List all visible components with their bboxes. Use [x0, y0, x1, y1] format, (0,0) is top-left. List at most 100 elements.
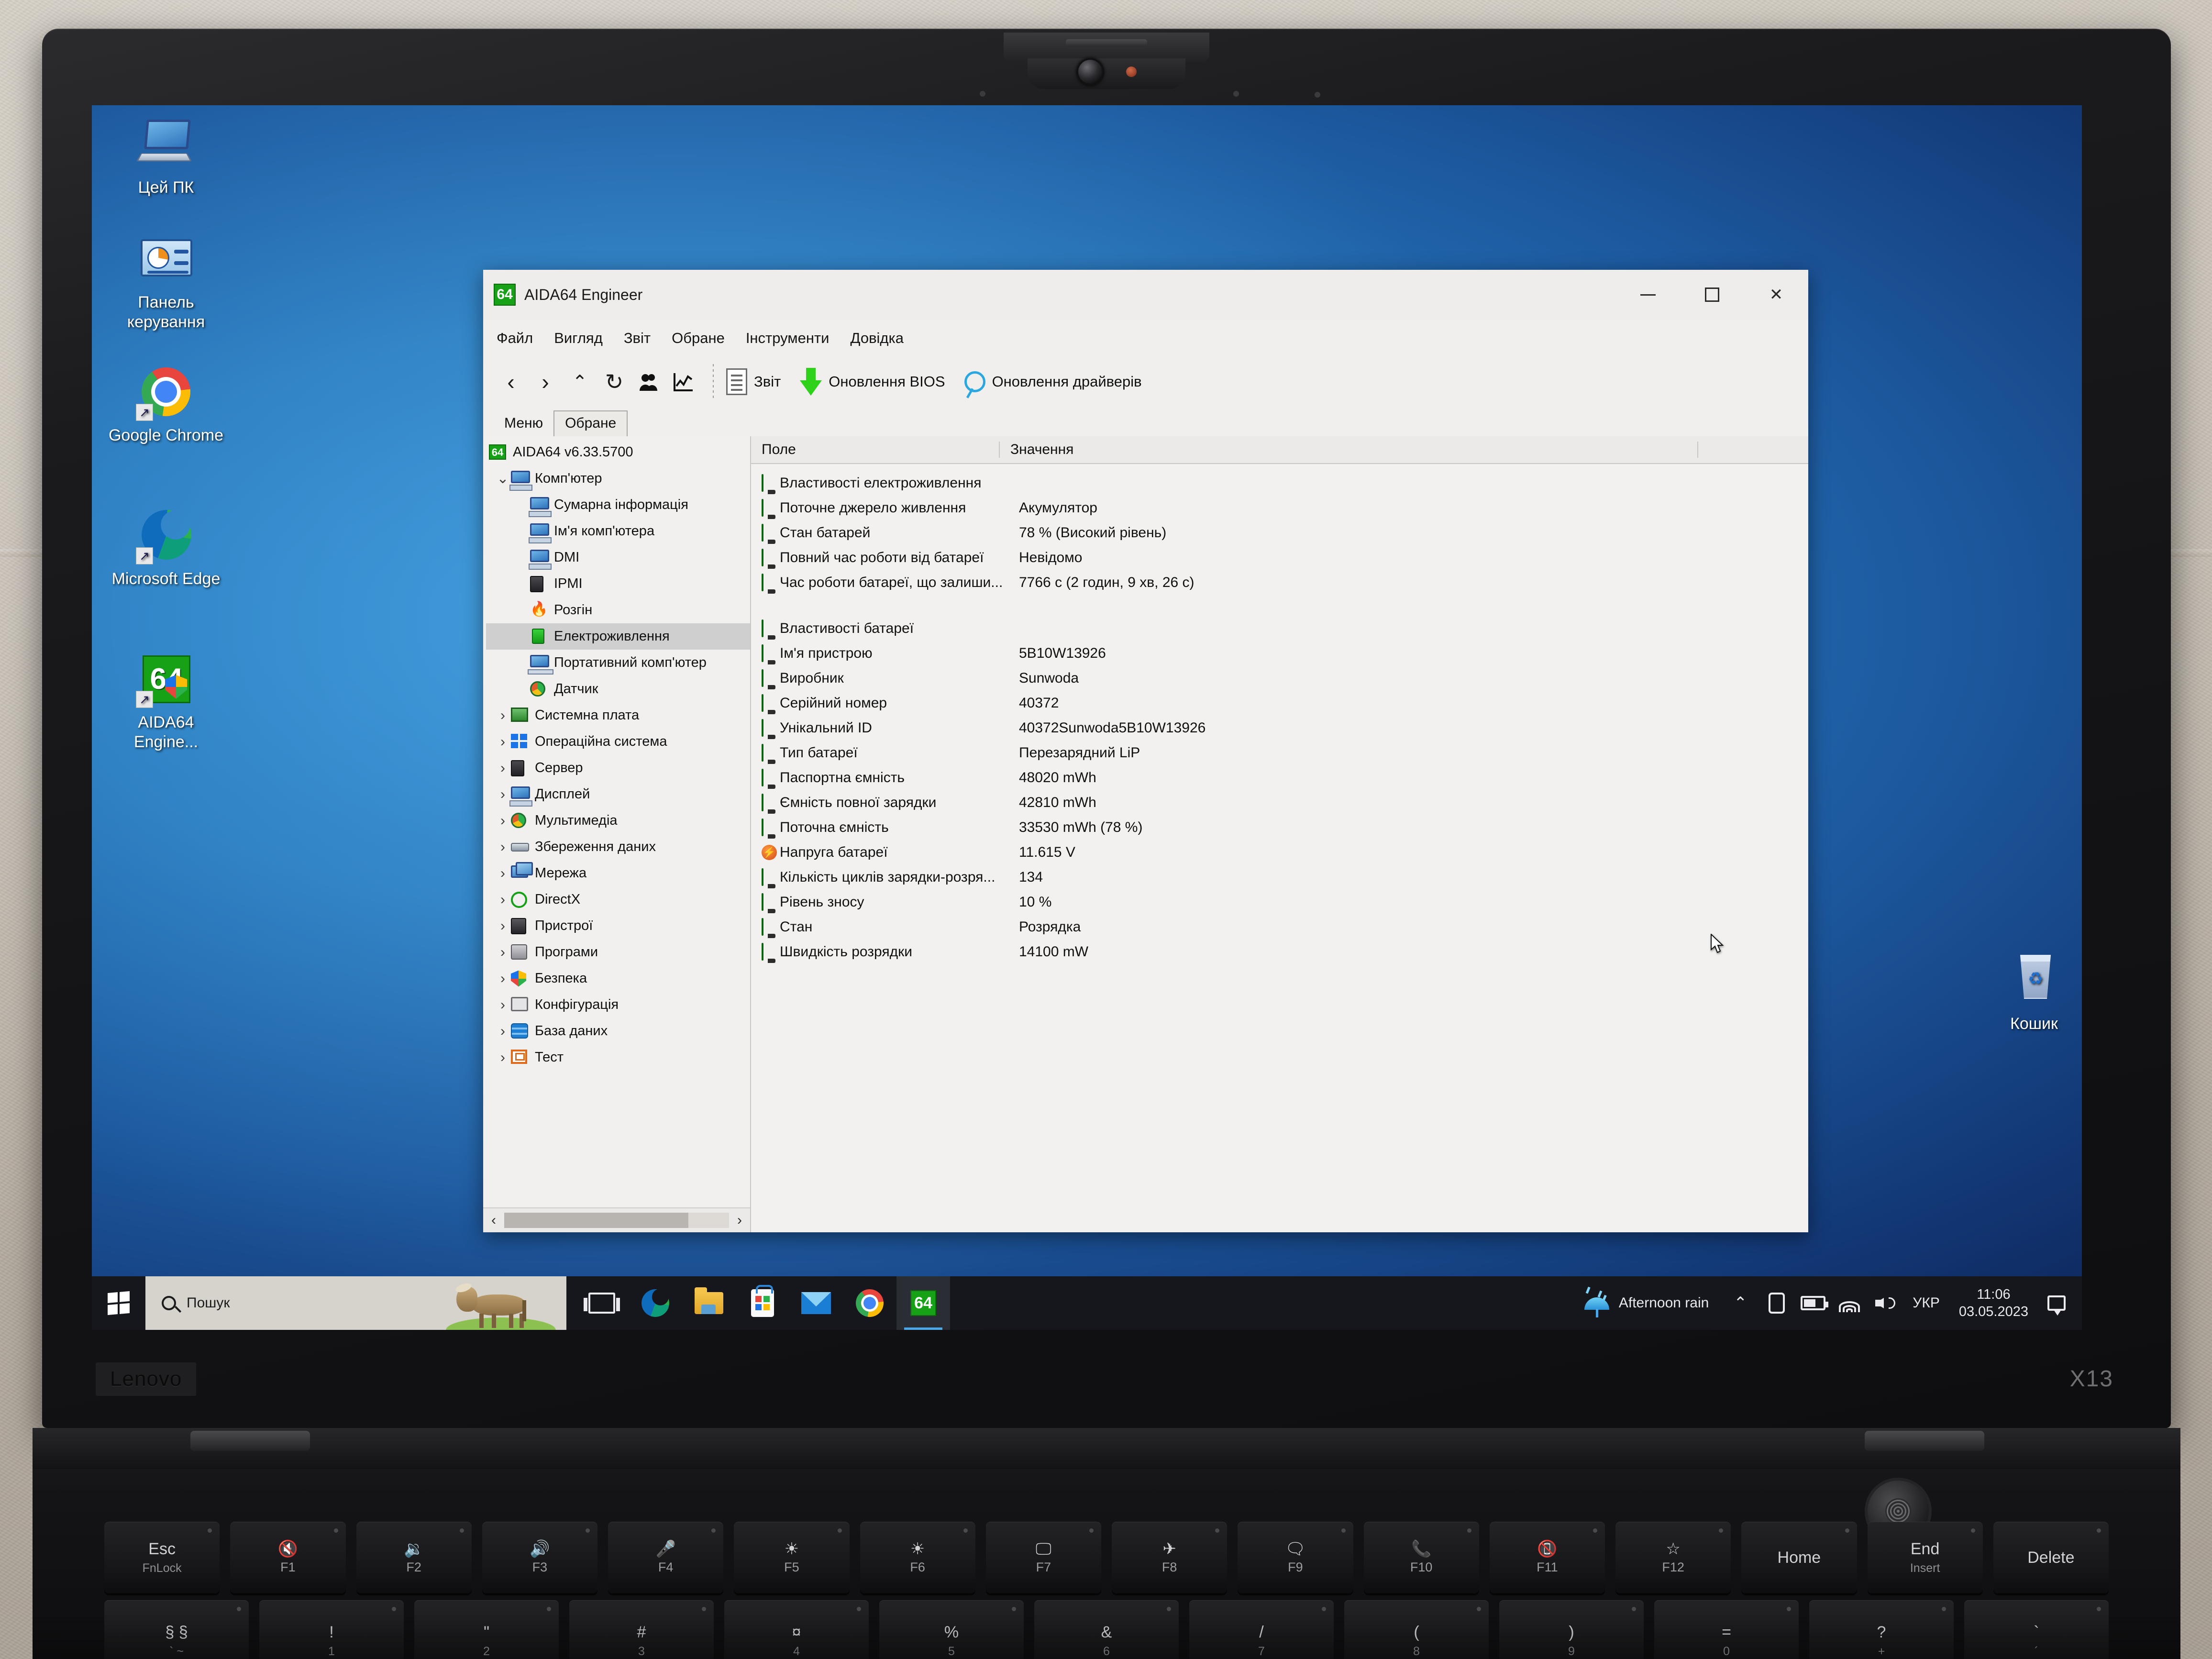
taskbar-item-aida64[interactable]: 64 — [896, 1276, 950, 1330]
menu-item-favorites[interactable]: Обране — [672, 330, 725, 347]
taskbar-item-chrome[interactable] — [843, 1276, 896, 1330]
taskbar-item-microsoft-store[interactable] — [736, 1276, 789, 1330]
chevron-right-icon[interactable]: › — [495, 734, 511, 750]
chevron-right-icon[interactable]: › — [495, 1023, 511, 1040]
detail-row[interactable]: Швидкість розрядки 14100 mW — [762, 940, 1808, 964]
scroll-left-icon[interactable]: ‹ — [483, 1212, 504, 1228]
detail-row[interactable]: Кількість циклів зарядки-розря... 134 — [762, 865, 1808, 890]
menu-item-view[interactable]: Вигляд — [554, 330, 603, 347]
desktop-icon-aida64[interactable]: 64 ↗ AIDA64 Engine... — [106, 651, 226, 752]
key-f7[interactable]: 🖵 F7 — [985, 1522, 1101, 1593]
chevron-right-icon[interactable]: › — [495, 813, 511, 829]
detail-row[interactable]: Тип батареї Перезарядний LiP — [762, 741, 1808, 765]
taskbar-item-mail[interactable] — [789, 1276, 843, 1330]
tray-devices-button[interactable] — [1759, 1276, 1795, 1330]
tree-item-безпека[interactable]: › Безпека — [486, 965, 750, 992]
driver-update-button[interactable]: Оновлення драйверів — [964, 371, 1142, 392]
tree-item-мультимедіа[interactable]: › Мультимедіа — [486, 807, 750, 834]
detail-row[interactable]: Час роботи батареї, що залиши... 7766 с (… — [762, 570, 1808, 595]
tree-item-сервер[interactable]: › Сервер — [486, 755, 750, 781]
chevron-right-icon[interactable]: › — [495, 997, 511, 1013]
bios-update-button[interactable]: Оновлення BIOS — [800, 368, 945, 396]
system-tray[interactable]: Afternoon rain ⌃ УКР 11:06 03.05.2023 — [1571, 1276, 2082, 1330]
tray-battery-button[interactable] — [1795, 1276, 1831, 1330]
key--[interactable]: ) 9 — [1499, 1600, 1644, 1659]
chevron-right-icon[interactable]: › — [495, 839, 511, 855]
taskbar-apps[interactable]: 64 — [575, 1276, 950, 1330]
key-f9[interactable]: 🗨 F9 — [1238, 1522, 1353, 1593]
key-f6[interactable]: ☀ F6 — [860, 1522, 975, 1593]
desktop-icon-recycle-bin[interactable]: ♻ Кошик — [1974, 952, 2082, 1034]
menu-item-file[interactable]: Файл — [497, 330, 533, 347]
taskbar-item-task-view[interactable] — [575, 1276, 629, 1330]
windows-desktop[interactable]: Цей ПК Панель керування ↗ Google Chrome … — [92, 105, 2082, 1330]
detail-row[interactable]: Ім'я пристрою 5B10W13926 — [762, 641, 1808, 666]
key--[interactable]: /7 — [1189, 1600, 1334, 1659]
tree-item-сумарна-інформація[interactable]: Сумарна інформація — [486, 492, 750, 518]
detail-row[interactable]: Поточна ємність 33530 mWh (78 %) — [762, 815, 1808, 840]
desktop-icon-control-panel[interactable]: Панель керування — [106, 231, 226, 332]
close-button[interactable]: ✕ — [1744, 270, 1808, 320]
menu-bar[interactable]: Файл Вигляд Звіт Обране Інструменти Дові… — [483, 320, 1808, 357]
detail-row[interactable]: Стан Розрядка — [762, 915, 1808, 940]
key-f4[interactable]: 🎤 F4 — [608, 1522, 724, 1593]
users-icon[interactable] — [631, 364, 666, 399]
tree-item-комп-ютер[interactable]: ⌄ Комп'ютер — [486, 465, 750, 492]
detail-row[interactable]: Унікальний ID 40372Sunwoda5B10W13926 — [762, 716, 1808, 741]
detail-row[interactable]: Виробник Sunwoda — [762, 666, 1808, 691]
tree-item-dmi[interactable]: DMI — [486, 544, 750, 571]
key-delete[interactable]: Delete — [1993, 1522, 2109, 1593]
tree-item-база-даних[interactable]: › База даних — [486, 1018, 750, 1044]
chevron-down-icon[interactable]: ⌄ — [495, 470, 511, 487]
tree-item-пристрої[interactable]: › Пристрої — [486, 913, 750, 939]
taskbar-item-edge[interactable] — [629, 1276, 682, 1330]
menu-item-report[interactable]: Звіт — [624, 330, 651, 347]
chart-icon[interactable] — [666, 364, 700, 399]
notification-center-button[interactable] — [2039, 1276, 2074, 1330]
key--[interactable]: " 2 — [414, 1600, 559, 1659]
chevron-right-icon[interactable]: › — [495, 944, 511, 961]
navigation-tree[interactable]: 64 AIDA64 v6.33.5700 ⌄ Комп'ютер Сумарна і… — [483, 436, 750, 1207]
tree-item-directx[interactable]: › DirectX — [486, 886, 750, 913]
search-input[interactable]: Пошук — [145, 1276, 566, 1330]
maximize-button[interactable] — [1680, 270, 1744, 320]
keyboard-number-row[interactable]: § § ` ~! 1 " 2 #3 ¤ 4% 5 & 6/7(8) 9 = 0? + ` ´ — [33, 1600, 2180, 1659]
chevron-right-icon[interactable]: › — [495, 865, 511, 882]
scroll-track[interactable] — [504, 1213, 729, 1228]
navigation-pane[interactable]: 64 AIDA64 v6.33.5700 ⌄ Комп'ютер Сумарна і… — [483, 436, 751, 1232]
key--[interactable]: ! 1 — [259, 1600, 404, 1659]
key--[interactable]: % 5 — [879, 1600, 1024, 1659]
key--[interactable]: ` ´ — [1964, 1600, 2109, 1659]
key--[interactable]: #3 — [569, 1600, 714, 1659]
taskbar[interactable]: Пошук 64 Afternoon rain ⌃ УКР 11:06 03.0… — [92, 1276, 2082, 1330]
menu-item-help[interactable]: Довідка — [850, 330, 904, 347]
tab-favorites[interactable]: Обране — [553, 410, 628, 436]
up-icon[interactable]: ⌃ — [563, 364, 597, 399]
desktop-icon-edge[interactable]: ↗ Microsoft Edge — [106, 507, 226, 589]
key--[interactable]: ? + — [1809, 1600, 1954, 1659]
refresh-icon[interactable]: ↻ — [597, 364, 631, 399]
clock[interactable]: 11:06 03.05.2023 — [1948, 1286, 2039, 1321]
tree-item-ім-я-комп-ютера[interactable]: Ім'я комп'ютера — [486, 518, 750, 544]
tree-item-електроживлення[interactable]: Електроживлення — [486, 623, 750, 650]
detail-row[interactable]: Серійний номер 40372 — [762, 691, 1808, 716]
column-headers[interactable]: Поле Значення — [751, 436, 1808, 464]
column-header-field[interactable]: Поле — [751, 442, 1000, 458]
detail-row[interactable]: Стан батарей 78 % (Високий рівень) — [762, 520, 1808, 545]
tree-item-дисплей[interactable]: › Дисплей — [486, 781, 750, 807]
desktop-icon-this-pc[interactable]: Цей ПК — [106, 116, 226, 198]
desktop-icon-chrome[interactable]: ↗ Google Chrome — [106, 364, 226, 445]
language-indicator[interactable]: УКР — [1904, 1295, 1948, 1311]
tree-item-датчик[interactable]: Датчик — [486, 676, 750, 702]
tree-item-збереження-даних[interactable]: › Збереження даних — [486, 834, 750, 860]
tree-item-портативний-комп-ютер[interactable]: Портативний комп'ютер — [486, 650, 750, 676]
key-f2[interactable]: 🔉 F2 — [356, 1522, 472, 1593]
key-f12[interactable]: ☆ F12 — [1615, 1522, 1731, 1593]
key-f1[interactable]: 🔇 F1 — [230, 1522, 346, 1593]
chevron-right-icon[interactable]: › — [495, 918, 511, 934]
keyboard-function-row[interactable]: Esc FnLock 🔇 F1 🔉 F2 🔊 F3 🎤 F4 ☀ F5 ☀ F6 🖵 F7 ✈ F8 🗨 F9 📞 F10… — [33, 1522, 2180, 1593]
chevron-right-icon[interactable]: › — [495, 760, 511, 776]
key--[interactable]: § § ` ~ — [104, 1600, 249, 1659]
tree-item-тест[interactable]: › Тест — [486, 1044, 750, 1071]
window-titlebar[interactable]: 64 AIDA64 Engineer ✕ — [483, 270, 1808, 320]
